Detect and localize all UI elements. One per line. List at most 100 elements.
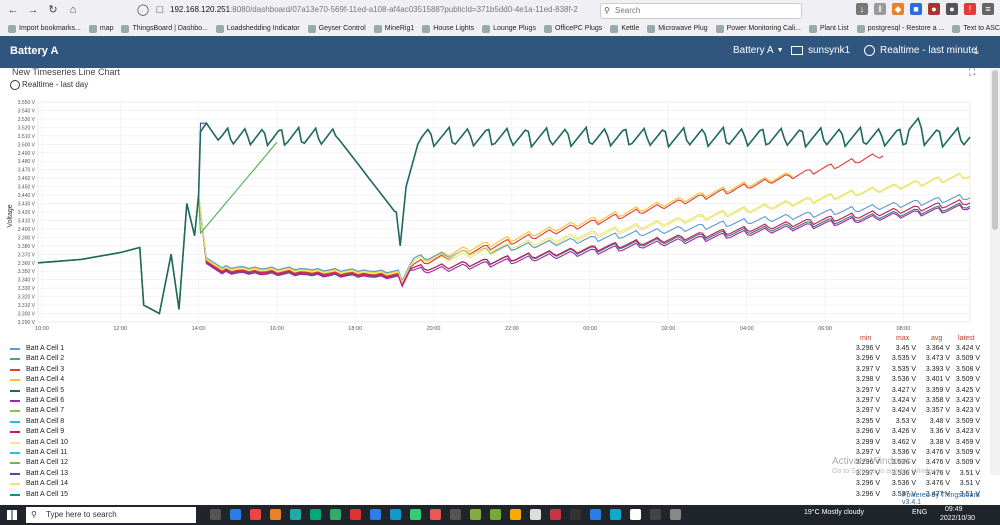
- device-select[interactable]: sunsynk1: [791, 45, 850, 56]
- taskbar-app-icon[interactable]: [510, 509, 521, 520]
- legend-row[interactable]: Batt A Cell 4 3.298 V 3.536 V 3.401 V 3.509 …: [10, 375, 980, 385]
- legend-series-name: Batt A Cell 1: [26, 345, 65, 352]
- taskbar-app-icon[interactable]: [210, 509, 221, 520]
- bookmarks-bar: Import bookmarks... map ThingsBoard | Dash…: [0, 21, 1000, 36]
- bookmark-item[interactable]: Text to ASCII Art Gene...: [952, 24, 1000, 33]
- legend-row[interactable]: Batt A Cell 1 3.296 V 3.45 V 3.364 V 3.424 V: [10, 344, 980, 354]
- clock-date[interactable]: 2022/10/30: [940, 515, 975, 522]
- bookmark-item[interactable]: Power Monitoring Cali...: [715, 24, 801, 33]
- browser-search-box[interactable]: ⚲ Search: [600, 3, 802, 19]
- forward-arrow-icon[interactable]: →: [26, 3, 40, 17]
- taskbar-app-icon[interactable]: [430, 509, 441, 520]
- windows-start-icon[interactable]: [7, 510, 17, 520]
- weather[interactable]: 19°C Mostly cloudy: [804, 509, 864, 516]
- taskbar-app-icon[interactable]: [270, 509, 281, 520]
- y-tick-label: 3.300 V: [18, 312, 36, 318]
- taskbar-app-icon[interactable]: [330, 509, 341, 520]
- taskbar-search[interactable]: ⚲ Type here to search: [26, 507, 196, 523]
- legend-series-name: Batt A Cell 3: [26, 365, 65, 373]
- bookmark-label: OfficePC Plugs: [554, 25, 603, 32]
- series-line-green2[interactable]: [37, 142, 278, 315]
- downloads-icon[interactable]: ↓: [856, 3, 868, 15]
- legend-series-name: Batt A Cell 7: [26, 407, 65, 415]
- bookmark-item[interactable]: Kettle: [610, 24, 639, 33]
- taskbar-app-icon[interactable]: [410, 509, 421, 520]
- widget-timewindow[interactable]: Realtime - last day: [22, 80, 88, 89]
- bookmark-item[interactable]: OfficePC Plugs: [543, 24, 603, 33]
- legend-row[interactable]: Batt A Cell 15 3.296 V 3.537 V 3.477 V 3.51 …: [10, 490, 980, 500]
- clock-time[interactable]: 09:49: [945, 506, 963, 513]
- taskbar-app-icon[interactable]: [370, 509, 381, 520]
- bookmark-item[interactable]: Microwave Plug: [647, 24, 708, 33]
- legend-latest-value: 3.423 V: [955, 407, 980, 415]
- taskbar-app-icon[interactable]: [570, 509, 581, 520]
- taskbar-app-icon[interactable]: [350, 509, 361, 520]
- activate-windows-title: Activate Windows: [832, 456, 911, 467]
- bookmark-item[interactable]: ThingsBoard | Dashbo...: [121, 24, 208, 33]
- series-line-c4[interactable]: [37, 172, 794, 315]
- taskbar-app-icon[interactable]: [490, 509, 501, 520]
- notification-icon[interactable]: !: [964, 3, 976, 15]
- series-line-c14[interactable]: [37, 172, 971, 315]
- windows-taskbar: ⚲ Type here to search 19°C Mostly cloudy…: [0, 505, 1000, 525]
- bookmark-item[interactable]: Lounge Plugs: [482, 24, 536, 33]
- legend-row[interactable]: Batt A Cell 10 3.299 V 3.462 V 3.38 V 3.459 …: [10, 438, 980, 448]
- timewindow-select[interactable]: Realtime - last minute: [864, 45, 977, 56]
- legend-min-value: 3.296 V: [855, 490, 880, 498]
- voltage-line-chart[interactable]: 3.290 V 3.300 V 3.310 V 3.320 V 3.330 V 3.340…: [0, 96, 990, 361]
- taskbar-app-icon[interactable]: [530, 509, 541, 520]
- legend-header-latest: latest: [958, 335, 975, 342]
- taskbar-app-icon[interactable]: [610, 509, 621, 520]
- entity-select[interactable]: Battery A ▼: [733, 45, 784, 56]
- language-indicator[interactable]: ENG: [912, 509, 927, 516]
- bookmark-item[interactable]: Loadshedding Indicator: [215, 24, 300, 33]
- taskbar-app-icon[interactable]: [630, 509, 641, 520]
- taskbar-app-icon[interactable]: [670, 509, 681, 520]
- legend-row[interactable]: Batt A Cell 7 3.297 V 3.424 V 3.357 V 3.423 …: [10, 406, 980, 416]
- back-arrow-icon[interactable]: ←: [6, 3, 20, 17]
- bookmark-item[interactable]: map: [88, 24, 113, 33]
- legend-series-name: Batt A Cell 4: [26, 376, 65, 384]
- legend-row[interactable]: Batt A Cell 8 3.295 V 3.53 V 3.48 V 3.509 V: [10, 417, 980, 427]
- download-icon[interactable]: ⤓: [974, 45, 979, 58]
- bookmark-item[interactable]: Import bookmarks...: [8, 24, 81, 33]
- metamask-icon[interactable]: ◆: [892, 3, 904, 15]
- taskbar-app-icon[interactable]: [230, 509, 241, 520]
- address-field[interactable]: 192.168.120.251:8080/dashboard/07a13e70-…: [170, 5, 578, 14]
- legend-row[interactable]: Batt A Cell 9 3.296 V 3.426 V 3.36 V 3.423 V: [10, 427, 980, 437]
- taskbar-app-icon[interactable]: [590, 509, 601, 520]
- bitwarden-icon[interactable]: ■: [910, 3, 922, 15]
- legend-row[interactable]: Batt A Cell 14 3.296 V 3.536 V 3.476 V 3.51 …: [10, 479, 980, 489]
- menu-icon[interactable]: ≡: [982, 3, 994, 15]
- widget-title: New Timeseries Line Chart: [12, 67, 121, 77]
- bookmark-item[interactable]: Geyser Control: [307, 24, 366, 33]
- scrollbar-thumb[interactable]: [992, 70, 998, 230]
- shield-icon[interactable]: ◯: [136, 3, 150, 17]
- home-icon[interactable]: ⌂: [66, 3, 80, 17]
- taskbar-app-icon[interactable]: [290, 509, 301, 520]
- taskbar-app-icon[interactable]: [390, 509, 401, 520]
- legend-row[interactable]: Batt A Cell 2 3.296 V 3.535 V 3.473 V 3.509 …: [10, 354, 980, 364]
- taskbar-app-icon[interactable]: [550, 509, 561, 520]
- lock-icon[interactable]: □: [153, 3, 167, 17]
- bookmark-label: Power Monitoring Cali...: [726, 25, 801, 32]
- reload-icon[interactable]: ↻: [46, 3, 60, 17]
- bookmark-item[interactable]: MineRig1: [373, 24, 414, 33]
- y-axis-label: Voltage: [7, 204, 14, 227]
- bookmark-item[interactable]: postgresql - Restore a ...: [856, 24, 944, 33]
- taskbar-app-icon[interactable]: [470, 509, 481, 520]
- library-icon[interactable]: ‖: [874, 3, 886, 15]
- bookmark-item[interactable]: House Lights: [422, 24, 474, 33]
- legend-row[interactable]: Batt A Cell 6 3.297 V 3.424 V 3.358 V 3.423 …: [10, 396, 980, 406]
- powered-by[interactable]: Powered by Thingsboard v3.4.1: [902, 492, 1000, 506]
- fullscreen-icon[interactable]: ⛶: [969, 67, 975, 78]
- taskbar-app-icon[interactable]: [250, 509, 261, 520]
- taskbar-app-icon[interactable]: [450, 509, 461, 520]
- account-icon[interactable]: ●: [946, 3, 958, 15]
- legend-row[interactable]: Batt A Cell 3 3.297 V 3.535 V 3.393 V 3.508 …: [10, 365, 980, 375]
- pocket-icon[interactable]: ●: [928, 3, 940, 15]
- taskbar-app-icon[interactable]: [310, 509, 321, 520]
- taskbar-app-icon[interactable]: [650, 509, 661, 520]
- bookmark-item[interactable]: Plant List: [808, 24, 849, 33]
- legend-row[interactable]: Batt A Cell 5 3.297 V 3.427 V 3.359 V 3.425 …: [10, 386, 980, 396]
